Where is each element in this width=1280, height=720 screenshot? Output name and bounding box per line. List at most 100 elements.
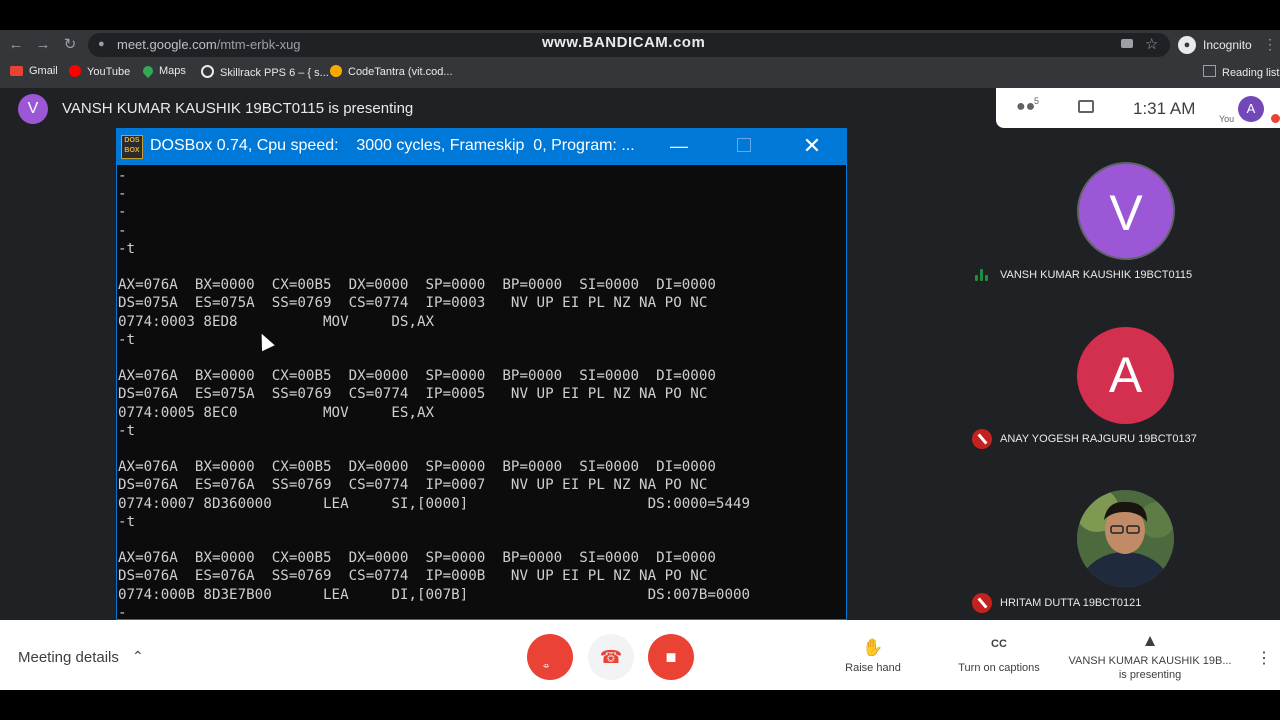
forward-icon[interactable]: → — [34, 36, 52, 54]
console-line: -t — [118, 331, 136, 348]
console-line: - — [118, 204, 127, 221]
bookmark-star-icon[interactable]: ☆ — [1145, 35, 1158, 53]
console-line: DS=075A ES=075A SS=0769 CS=0774 IP=0003 … — [118, 295, 708, 312]
bookmark-codetantra[interactable]: CodeTantra (vit.cod... — [330, 65, 453, 78]
camera-toggle-button[interactable]: ■ — [648, 634, 694, 680]
participant-name: ANAY YOGESH RAJGURU 19BCT0137 — [1000, 433, 1197, 445]
console-line: AX=076A BX=0000 CX=00B5 DX=0000 SP=0000 … — [118, 550, 716, 567]
bookmark-label: CodeTantra (vit.cod... — [348, 66, 453, 78]
bandicam-watermark: www.BANDICAM.com — [542, 34, 706, 51]
chevron-up-icon[interactable]: ⌃ — [132, 648, 144, 665]
console-line: 0774:0007 8D360000 LEA SI,[0000] DS:0000… — [118, 495, 751, 512]
more-options-icon[interactable]: ⋮ — [1256, 648, 1272, 668]
leave-call-button[interactable]: ☎ — [588, 634, 634, 680]
incognito-indicator[interactable]: ● Incognito — [1175, 33, 1263, 57]
console-line: - — [118, 222, 127, 239]
reading-list-label: Reading list — [1222, 67, 1280, 79]
youtube-icon — [69, 65, 81, 77]
incognito-icon: ● — [1178, 36, 1196, 54]
people-count: 5 — [1034, 96, 1040, 106]
mic-muted-indicator — [1271, 114, 1280, 123]
console-line: - — [118, 604, 127, 620]
presenting-banner: VANSH KUMAR KAUSHIK 19BCT0115 is present… — [62, 100, 414, 117]
captions-icon: CC — [991, 638, 1007, 650]
maximize-icon[interactable] — [737, 138, 751, 152]
participant-name: VANSH KUMAR KAUSHIK 19BCT0115 — [1000, 269, 1193, 281]
dosbox-window: DOS BOX DOSBox 0.74, Cpu speed: 3000 cyc… — [116, 128, 847, 620]
meeting-details-button[interactable]: Meeting details — [18, 649, 119, 666]
console-line: -t — [118, 422, 136, 439]
self-label: You — [1219, 114, 1235, 124]
presenting-button[interactable]: ▲ VANSH KUMAR KAUSHIK 19B... is presenti… — [1068, 631, 1232, 681]
bookmark-maps[interactable]: Maps — [140, 63, 186, 79]
codetantra-icon — [330, 65, 342, 77]
console-line: AX=076A BX=0000 CX=00B5 DX=0000 SP=0000 … — [118, 368, 716, 385]
dosbox-titlebar[interactable]: DOS BOX DOSBox 0.74, Cpu speed: 3000 cyc… — [117, 129, 846, 165]
mic-off-icon — [972, 593, 992, 613]
meet-clock: 1:31 AM — [1133, 99, 1196, 118]
captions-label: Turn on captions — [958, 662, 1040, 674]
raise-hand-label: Raise hand — [845, 662, 901, 674]
mic-off-icon: 𝆊 — [527, 634, 573, 680]
chat-icon[interactable] — [1078, 100, 1094, 113]
dosbox-console[interactable]: - - - - -t AX=076A BX=0000 CX=00B5 DX=0000 S… — [117, 165, 846, 620]
bookmark-label: Gmail — [29, 65, 58, 77]
console-line: -t — [118, 513, 136, 530]
maps-icon — [140, 63, 156, 79]
bookmark-gmail[interactable]: Gmail — [10, 65, 58, 77]
minimize-icon[interactable]: — — [669, 137, 689, 157]
url-text[interactable]: meet.google.com/mtm-erbk-xug — [117, 37, 301, 52]
console-line: - — [118, 186, 127, 203]
console-line: - — [118, 168, 127, 184]
participant-avatar: V — [1077, 162, 1175, 260]
gmail-icon — [10, 66, 23, 76]
captions-button[interactable]: CC Turn on captions — [950, 638, 1048, 674]
console-line: DS=076A ES=075A SS=0769 CS=0774 IP=0005 … — [118, 386, 708, 403]
mic-off-icon — [972, 429, 992, 449]
bookmark-label: YouTube — [87, 66, 131, 78]
console-line: DS=076A ES=076A SS=0769 CS=0774 IP=000B … — [118, 568, 708, 585]
url-host: meet.google.com — [117, 37, 217, 52]
present-screen-icon: ▲ — [1141, 631, 1159, 650]
reload-icon[interactable]: ↻ — [61, 36, 79, 54]
bookmark-label: Skillrack PPS 6 – { s... — [220, 67, 329, 79]
participant-name: HRITAM DUTTA 19BCT0121 — [1000, 597, 1142, 609]
self-avatar[interactable]: A — [1238, 96, 1264, 122]
reading-list-icon — [1203, 65, 1216, 77]
microphone-toggle-button[interactable]: 𝆊 — [527, 634, 573, 680]
hand-icon: ✋ — [862, 638, 884, 657]
reading-list-button[interactable]: Reading list — [1203, 65, 1279, 79]
presenter-avatar: V — [18, 94, 48, 124]
bookmark-youtube[interactable]: YouTube — [69, 65, 130, 78]
participant-photo — [1077, 490, 1174, 587]
console-line: 0774:0005 8EC0 MOV ES,AX — [118, 404, 435, 421]
console-line: DS=076A ES=076A SS=0769 CS=0774 IP=0007 … — [118, 477, 708, 494]
close-icon[interactable]: ✕ — [799, 134, 825, 158]
presenting-name: VANSH KUMAR KAUSHIK 19B... — [1068, 655, 1232, 667]
incognito-label: Incognito — [1203, 38, 1252, 52]
lock-icon[interactable]: ● — [98, 38, 108, 52]
back-icon[interactable]: ← — [7, 36, 25, 54]
letterbox-bottom — [0, 690, 1280, 720]
participant-avatar: A — [1077, 327, 1174, 424]
console-line: AX=076A BX=0000 CX=00B5 DX=0000 SP=0000 … — [118, 459, 716, 476]
console-line: 0774:000B 8D3E7B00 LEA DI,[007B] DS:007B… — [118, 586, 751, 603]
browser-menu-icon[interactable]: ⋮ — [1263, 36, 1277, 53]
console-line: 0774:0003 8ED8 MOV DS,AX — [118, 313, 435, 330]
url-path: /mtm-erbk-xug — [216, 37, 301, 52]
camera-blocked-icon[interactable] — [1121, 39, 1133, 48]
speaking-indicator-icon — [975, 269, 989, 281]
bookmark-label: Maps — [159, 65, 186, 77]
people-icon[interactable]: ●● — [1016, 98, 1035, 116]
console-line: AX=076A BX=0000 CX=00B5 DX=0000 SP=0000 … — [118, 277, 716, 294]
globe-icon — [201, 65, 214, 78]
dosbox-logo-icon: DOS BOX — [121, 135, 143, 159]
raise-hand-button[interactable]: ✋ Raise hand — [838, 638, 908, 674]
presenting-sub: is presenting — [1118, 669, 1182, 681]
bookmark-skillrack[interactable]: Skillrack PPS 6 – { s... — [201, 65, 329, 79]
console-line: -t — [118, 240, 136, 257]
